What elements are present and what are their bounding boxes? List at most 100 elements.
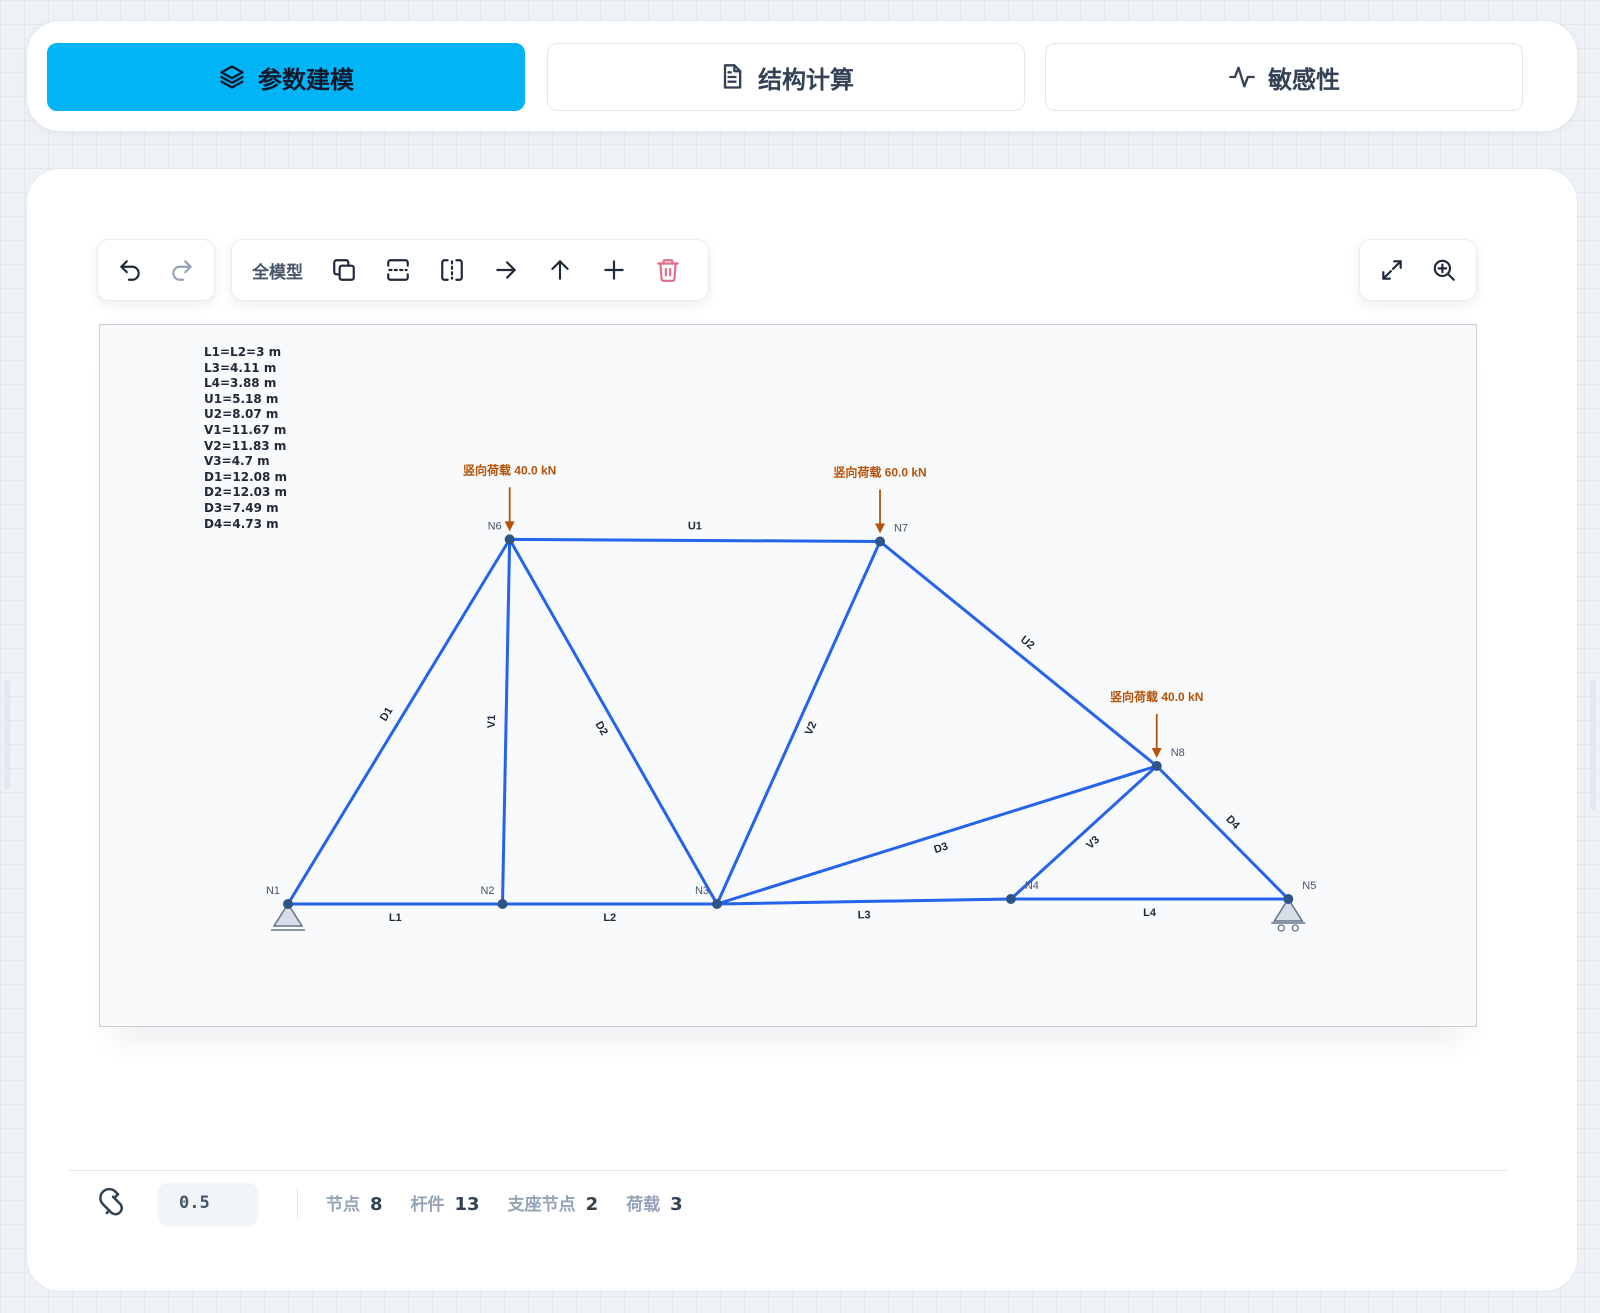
node-n8[interactable] xyxy=(1151,761,1162,772)
node-label: N5 xyxy=(1302,880,1316,892)
length-entry: D2=12.03 m xyxy=(204,485,288,500)
tab-label: 结构计算 xyxy=(758,65,854,94)
length-entry: L3=4.11 m xyxy=(204,360,277,375)
member-label: V3 xyxy=(1084,834,1102,852)
right-scrollbar[interactable] xyxy=(1590,680,1596,810)
node-n3[interactable] xyxy=(712,899,722,909)
document-icon xyxy=(723,64,742,89)
length-entry: D3=7.49 m xyxy=(204,500,279,515)
all-model-button[interactable]: 全模型 xyxy=(238,258,317,283)
member-label: V1 xyxy=(486,715,498,729)
member-d4[interactable] xyxy=(1155,764,1290,901)
load-label: 竖向荷载 60.0 kN xyxy=(833,464,926,479)
member-d1[interactable] xyxy=(286,537,512,906)
member-label: U2 xyxy=(1018,634,1036,652)
stat-label: 支座节点 xyxy=(507,1195,576,1215)
add-button[interactable] xyxy=(587,246,641,294)
undo-icon xyxy=(120,260,140,281)
left-scrollbar[interactable] xyxy=(4,680,10,790)
node-label: N4 xyxy=(1025,880,1039,892)
member-v1[interactable] xyxy=(501,537,512,906)
truss-canvas[interactable]: L1 L2 L3 L4 U1 U2 V1 V2 V3 D1 D2 D3 D4 N1 N2 N3 N4 N5 N6 N7… xyxy=(99,324,1477,1027)
length-entry: U2=8.07 m xyxy=(204,407,279,422)
redo-button[interactable] xyxy=(156,246,208,294)
load-label: 竖向荷载 40.0 kN xyxy=(1110,689,1203,704)
member-label: D2 xyxy=(593,719,610,737)
edit-toolbar: 全模型 xyxy=(231,239,709,301)
modeling-panel: 全模型 L1 L2 L3 L4 U1 U2 V1 V2 V3 D1 D2 D3 … xyxy=(26,168,1578,1292)
view-toolbar xyxy=(1359,239,1477,301)
tab-label: 敏感性 xyxy=(1268,65,1340,94)
status-bar: 节点 8 杆件 13 支座节点 2 荷载 3 xyxy=(69,1170,1507,1234)
zoom-in-button[interactable] xyxy=(1418,246,1470,294)
load-arrow-head[interactable] xyxy=(1151,748,1162,759)
node-n7[interactable] xyxy=(875,536,886,547)
node-n2[interactable] xyxy=(497,899,508,909)
length-entry: D4=4.73 m xyxy=(204,516,279,531)
node-label: N7 xyxy=(894,522,908,534)
copy-button[interactable] xyxy=(317,246,371,294)
arrow-right-icon xyxy=(496,261,516,279)
stat-label: 杆件 xyxy=(410,1195,445,1215)
stat-loads: 荷载 3 xyxy=(626,1190,683,1215)
length-entry: L4=3.88 m xyxy=(204,376,277,391)
member-label: U1 xyxy=(688,520,702,532)
stat-value: 13 xyxy=(454,1194,480,1215)
move-right-button[interactable] xyxy=(479,246,533,294)
move-up-button[interactable] xyxy=(533,246,587,294)
delete-button[interactable] xyxy=(641,246,695,294)
stat-support-nodes: 支座节点 2 xyxy=(508,1190,599,1215)
length-entry: V3=4.7 m xyxy=(204,454,270,469)
tab-bar: 参数建模 结构计算 敏感性 xyxy=(26,20,1578,132)
member-u2[interactable] xyxy=(878,539,1159,768)
roller-wheel[interactable] xyxy=(1291,924,1299,932)
member-u1[interactable] xyxy=(508,537,882,543)
split-vertical-button[interactable] xyxy=(425,246,479,294)
node-n1[interactable] xyxy=(283,899,293,909)
load-arrow-head[interactable] xyxy=(504,521,515,532)
truss-drawing[interactable]: L1 L2 L3 L4 U1 U2 V1 V2 V3 D1 D2 D3 D4 N1 N2 N3 N4 N5 N6 N7… xyxy=(100,325,1478,1028)
split-vertical-icon xyxy=(441,259,463,281)
member-l3[interactable] xyxy=(715,897,1013,906)
snap-step-input[interactable] xyxy=(159,1182,257,1223)
roller-wheel[interactable] xyxy=(1277,924,1285,932)
fullscreen-button[interactable] xyxy=(1366,246,1418,294)
node-label: N3 xyxy=(695,885,709,897)
stat-label: 荷载 xyxy=(626,1195,661,1215)
node-label: N1 xyxy=(266,885,280,897)
layers-icon xyxy=(220,65,244,89)
zoom-in-icon xyxy=(1433,259,1455,281)
node-n5[interactable] xyxy=(1283,893,1294,904)
tab-parametric-modeling[interactable]: 参数建模 xyxy=(47,43,525,111)
split-horizontal-button[interactable] xyxy=(371,246,425,294)
load-arrow-head[interactable] xyxy=(875,523,886,534)
member-label: L3 xyxy=(858,909,871,921)
tab-sensitivity[interactable]: 敏感性 xyxy=(1045,43,1523,111)
magnet-icon xyxy=(99,1187,123,1215)
node-label: N8 xyxy=(1171,747,1185,759)
snap-toggle[interactable] xyxy=(93,1183,133,1223)
trash-icon xyxy=(657,259,679,282)
member-label: L4 xyxy=(1143,907,1157,919)
member-label: L1 xyxy=(389,912,402,924)
split-horizontal-icon xyxy=(387,259,409,281)
member-d3[interactable] xyxy=(715,764,1159,906)
member-length-list: L1=L2=3 m L3=4.11 m L4=3.88 m U1=5.18 m … xyxy=(204,345,287,532)
member-label: D1 xyxy=(378,705,396,723)
member-label: D4 xyxy=(1223,813,1242,832)
node-n4[interactable] xyxy=(1005,893,1016,904)
load-label: 竖向荷载 40.0 kN xyxy=(463,462,556,477)
member-v2[interactable] xyxy=(715,539,882,906)
undo-button[interactable] xyxy=(104,246,156,294)
activity-icon xyxy=(1229,66,1255,88)
member-label: D3 xyxy=(933,840,950,856)
member-d2[interactable] xyxy=(508,537,719,906)
stat-label: 节点 xyxy=(326,1195,360,1215)
copy-icon xyxy=(333,259,355,281)
node-n6[interactable] xyxy=(504,534,515,545)
tab-structural-calculation[interactable]: 结构计算 xyxy=(547,43,1025,111)
plus-icon xyxy=(604,260,624,280)
length-entry: U1=5.18 m xyxy=(204,391,279,406)
arrow-up-icon xyxy=(551,260,569,280)
length-entry: D1=12.08 m xyxy=(204,469,288,484)
